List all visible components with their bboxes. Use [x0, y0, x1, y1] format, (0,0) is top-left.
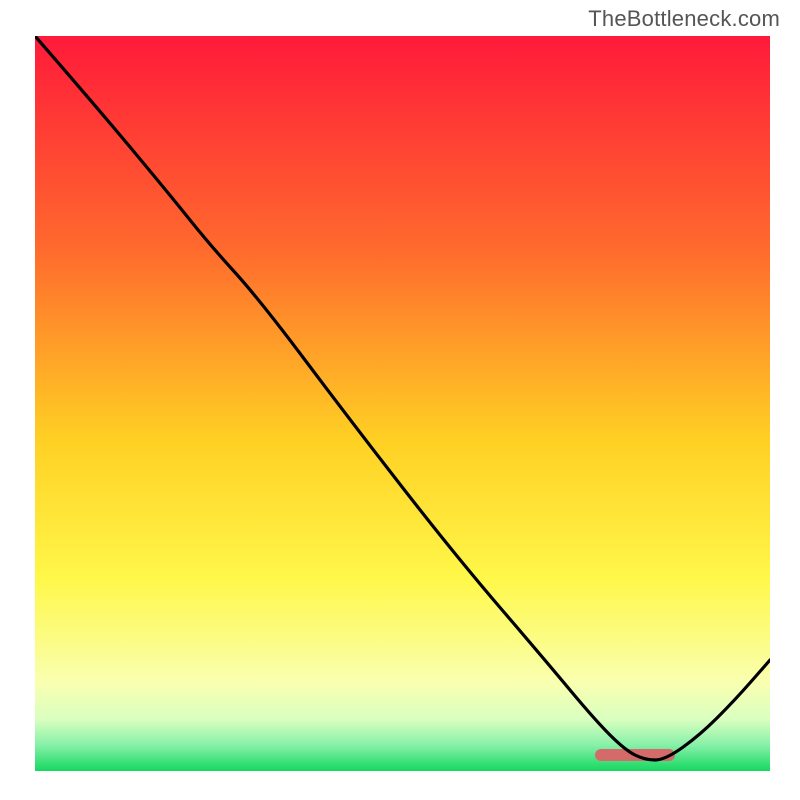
chart-container: TheBottleneck.com: [0, 0, 800, 800]
watermark-text: TheBottleneck.com: [588, 6, 780, 32]
chart-background: [35, 36, 770, 771]
bottleneck-chart: [35, 36, 770, 771]
